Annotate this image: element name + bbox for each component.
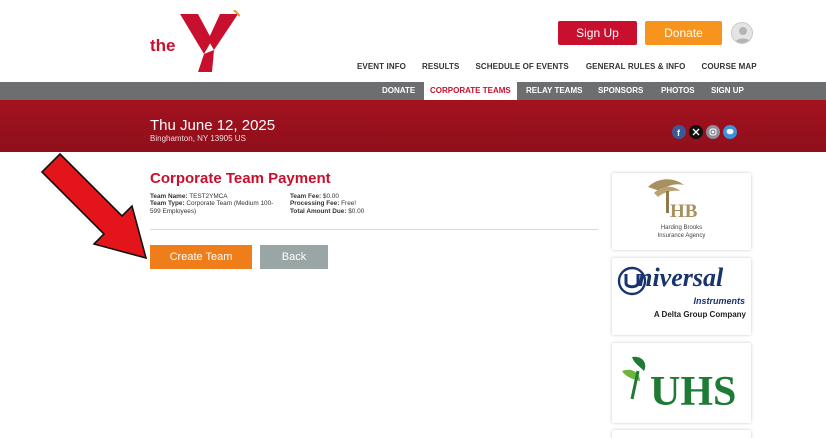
hb-line1: Harding Brooks — [660, 225, 703, 231]
universal-instruments: Instruments — [693, 296, 745, 306]
subnav-sign-up[interactable]: SIGN UP — [711, 82, 744, 100]
nav-general-rules[interactable]: GENERAL RULES & INFO — [586, 62, 686, 71]
subnav-relay-teams[interactable]: RELAY TEAMS — [526, 82, 582, 100]
hb-line2: Insurance Agency — [657, 233, 706, 239]
y-logo-icon — [180, 10, 240, 72]
universal-word: niversal — [638, 263, 724, 292]
total-due-value: $0.00 — [348, 207, 365, 215]
nav-event-info[interactable]: EVENT INFO — [357, 62, 406, 71]
nav-schedule[interactable]: SCHEDULE OF EVENTS — [475, 62, 568, 71]
subnav-corporate-teams[interactable]: CORPORATE TEAMS — [424, 82, 517, 100]
site-header: the Sign Up Donate EVENT INFO RESULTS SC… — [0, 0, 826, 82]
team-type-value: Corporate Team (Medium 100- — [186, 200, 274, 208]
create-team-button[interactable]: Create Team — [150, 245, 252, 269]
donate-button[interactable]: Donate — [645, 21, 722, 45]
hb-mark: HB — [670, 201, 698, 222]
svg-text:f: f — [677, 128, 681, 138]
sponsor-universal-instruments[interactable]: niversal Instruments A Delta Group Compa… — [612, 258, 751, 335]
team-info-left: Team Name: TEST2YMCA Team Type: Corporat… — [150, 193, 273, 215]
sponsor-partial[interactable] — [612, 430, 751, 438]
red-arrow-annotation — [40, 152, 148, 260]
nav-course-map[interactable]: COURSE MAP — [701, 62, 756, 71]
sign-up-button[interactable]: Sign Up — [558, 21, 637, 45]
nav-results[interactable]: RESULTS — [422, 62, 459, 71]
fee-info-right: Team Fee: $0.00 Processing Fee: Free! To… — [290, 193, 364, 215]
subnav-donate[interactable]: DONATE — [382, 82, 415, 100]
back-button[interactable]: Back — [260, 245, 328, 269]
x-icon[interactable] — [689, 125, 703, 139]
page-title: Corporate Team Payment — [150, 170, 331, 187]
divider — [150, 229, 598, 230]
sponsor-uhs[interactable]: UHS — [612, 343, 751, 423]
facebook-icon[interactable]: f — [672, 125, 686, 139]
event-location: Binghamton, NY 13905 US — [150, 134, 246, 143]
harding-brooks-logo-icon: HB — [648, 179, 698, 222]
social-links: f — [672, 125, 737, 139]
user-avatar-icon[interactable] — [731, 22, 753, 44]
logo-text: the — [150, 36, 176, 55]
team-fee-value: $0.00 — [322, 193, 339, 200]
team-fee-label: Team Fee: — [290, 193, 322, 200]
universal-tagline: A Delta Group Company — [653, 310, 746, 319]
top-nav: EVENT INFO RESULTS SCHEDULE OF EVENTS GE… — [357, 62, 757, 71]
event-date: Thu June 12, 2025 — [150, 117, 276, 134]
subnav-photos[interactable]: PHOTOS — [661, 82, 695, 100]
processing-fee-label: Processing Fee: — [290, 200, 340, 208]
ymca-logo[interactable]: the — [150, 10, 240, 72]
sub-nav-bar: DONATE CORPORATE TEAMS RELAY TEAMS SPONS… — [0, 82, 826, 100]
subnav-sponsors[interactable]: SPONSORS — [598, 82, 643, 100]
chat-icon[interactable] — [723, 125, 737, 139]
team-name-value: TEST2YMCA — [189, 193, 228, 200]
instagram-icon[interactable] — [706, 125, 720, 139]
total-due-label: Total Amount Due: — [290, 207, 347, 215]
processing-fee-value: Free! — [341, 200, 357, 208]
uhs-word: UHS — [650, 369, 737, 415]
sponsor-harding-brooks[interactable]: HB Harding Brooks Insurance Agency — [612, 173, 751, 250]
